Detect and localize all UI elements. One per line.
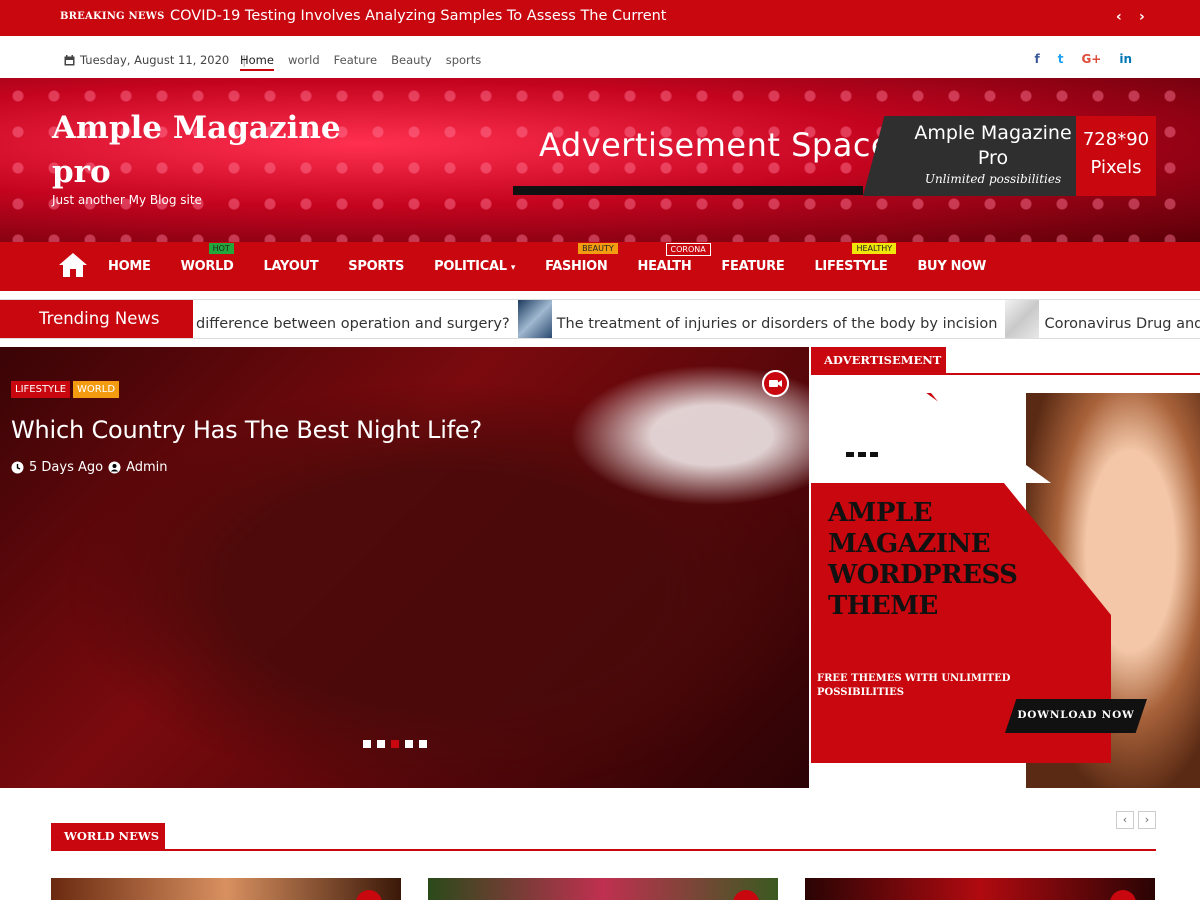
ad-slogan: Unlimited possibilities [924,172,1062,186]
breaking-news-headline[interactable]: COVID-19 Testing Involves Analyzing Samp… [170,8,667,24]
world-news-section: WORLD NEWS ‹ › [51,811,1156,851]
featured-title[interactable]: Which Country Has The Best Night Life? [11,416,482,444]
site-tagline: Just another My Blog site [52,193,202,207]
world-news-nav: ‹ › [1116,811,1156,829]
site-title-line2: pro [52,154,111,190]
google-plus-icon[interactable]: G+ [1081,52,1101,66]
ad-subtext: FREE THEMES WITH UNLIMITED POSSIBILITIES [817,673,1011,698]
world-news-next-button[interactable]: › [1138,811,1156,829]
linkedin-icon[interactable]: in [1119,52,1132,66]
featured-categories: LIFESTYLE WORLD [11,381,120,398]
featured-image [0,347,809,788]
site-title-line1: Ample Magazine [52,110,341,146]
trending-item[interactable]: difference between operation and surgery… [196,316,510,332]
nav-lifestyle[interactable]: LIFESTYLE HEALTHY [814,243,897,274]
calendar-icon [64,54,75,65]
ad-space-text: Advertisement Space [539,126,892,164]
nav-health[interactable]: HEALTH CORONA [638,243,711,274]
slider-pagination [363,740,427,748]
trending-thumbnail[interactable] [517,300,552,338]
trending-ticker: difference between operation and surgery… [196,300,1200,338]
badge-healthy: HEALTHY [852,243,897,254]
date-text: Tuesday, August 11, 2020 [80,53,230,67]
ad-white-panel [811,393,1051,483]
featured-time: 5 Days Ago [29,460,104,475]
date-display: Tuesday, August 11, 2020 | [64,53,246,67]
site-title[interactable]: Ample Magazine pro [52,106,341,194]
main-nav-items: HOME WORLD HOT LAYOUT SPORTS POLITICAL ▾ … [108,243,1016,274]
ad-bar [513,186,863,195]
trending-item[interactable]: The treatment of injuries or disorders o… [557,316,998,332]
top-nav-feature[interactable]: Feature [334,53,377,71]
nav-sports[interactable]: SPORTS [348,259,404,274]
slider-dot[interactable] [405,740,413,748]
trending-thumbnail[interactable] [1005,300,1040,338]
social-links: f t G+ in [1034,52,1132,66]
ad-brand: Ample Magazine Pro [914,122,1072,169]
sidebar-heading: ADVERTISEMENT [811,347,1200,375]
top-nav-beauty[interactable]: Beauty [391,53,432,71]
nav-home[interactable]: HOME [108,259,151,274]
sidebar: ADVERTISEMENT AMPLE MAGAZINE WORDPRESS T… [811,347,1200,788]
slider-dot[interactable] [419,740,427,748]
top-nav-home[interactable]: Home [240,53,274,71]
top-nav: Home world Feature Beauty sports [240,53,481,71]
world-news-heading: WORLD NEWS [51,823,165,849]
ad-size-unit: Pixels [1090,157,1142,178]
ad-headline: AMPLE MAGAZINE WORDPRESS THEME [828,498,1018,621]
badge-beauty: BEAUTY [578,243,618,254]
video-icon[interactable] [762,370,789,397]
twitter-icon[interactable]: t [1058,52,1064,66]
advertisement-heading: ADVERTISEMENT [811,347,946,373]
nav-layout[interactable]: LAYOUT [264,259,319,274]
world-news-prev-button[interactable]: ‹ [1116,811,1134,829]
header-advertisement[interactable]: Advertisement Space Ample Magazine Pro Un… [513,116,1156,196]
ad-brand-box: Ample Magazine Pro Unlimited possibilitie… [863,116,1077,196]
slider-dot-active[interactable] [391,740,399,748]
nav-political[interactable]: POLITICAL ▾ [434,259,515,274]
category-lifestyle[interactable]: LIFESTYLE [11,381,71,398]
ad-size-box: 728*90 Pixels [1076,116,1156,196]
top-nav-sports[interactable]: sports [446,53,482,71]
info-bar: Tuesday, August 11, 2020 | Home world Fe… [0,36,1200,78]
chevron-down-icon: ▾ [510,263,516,273]
video-icon[interactable] [356,890,382,900]
main-navigation: HOME WORLD HOT LAYOUT SPORTS POLITICAL ▾ … [0,242,1200,291]
news-card[interactable] [51,878,401,900]
featured-slider[interactable]: LIFESTYLE WORLD Which Country Has The Be… [0,347,809,788]
nav-feature[interactable]: FEATURE [721,259,784,274]
ad-dashes [846,452,878,457]
ad-size: 728*90 [1082,129,1150,150]
badge-corona: CORONA [665,243,711,256]
trending-item[interactable]: Coronavirus Drug and Trea [1044,316,1200,332]
sidebar-advertisement[interactable]: AMPLE MAGAZINE WORDPRESS THEME FREE THEM… [811,393,1200,788]
nav-buy-now[interactable]: BUY NOW [917,259,986,274]
breaking-news-bar: BREAKING NEWS COVID-19 Testing Involves … [0,0,1200,36]
news-card[interactable] [428,878,778,900]
next-arrow-icon[interactable]: › [1139,9,1145,25]
featured-meta: 5 Days Ago Admin [11,460,168,475]
breaking-news-label: BREAKING NEWS [60,11,165,22]
clock-icon [11,461,24,474]
download-now-button[interactable]: DOWNLOAD NOW [1005,699,1147,733]
badge-hot: HOT [208,243,234,254]
video-icon[interactable] [733,890,759,900]
slider-dot[interactable] [377,740,385,748]
top-nav-world[interactable]: world [288,53,320,71]
slider-dot[interactable] [363,740,371,748]
home-icon[interactable] [58,252,88,282]
video-icon[interactable] [1110,890,1136,900]
news-card[interactable] [805,878,1155,900]
nav-fashion[interactable]: FASHION BEAUTY [545,243,618,274]
featured-author[interactable]: Admin [126,460,167,475]
user-icon [108,461,121,474]
trending-label: Trending News [0,300,193,338]
category-world[interactable]: WORLD [73,381,120,398]
prev-arrow-icon[interactable]: ‹ [1116,9,1122,25]
nav-world[interactable]: WORLD HOT [181,243,234,274]
facebook-icon[interactable]: f [1034,52,1039,66]
trending-bar: Trending News difference between operati… [0,299,1200,339]
